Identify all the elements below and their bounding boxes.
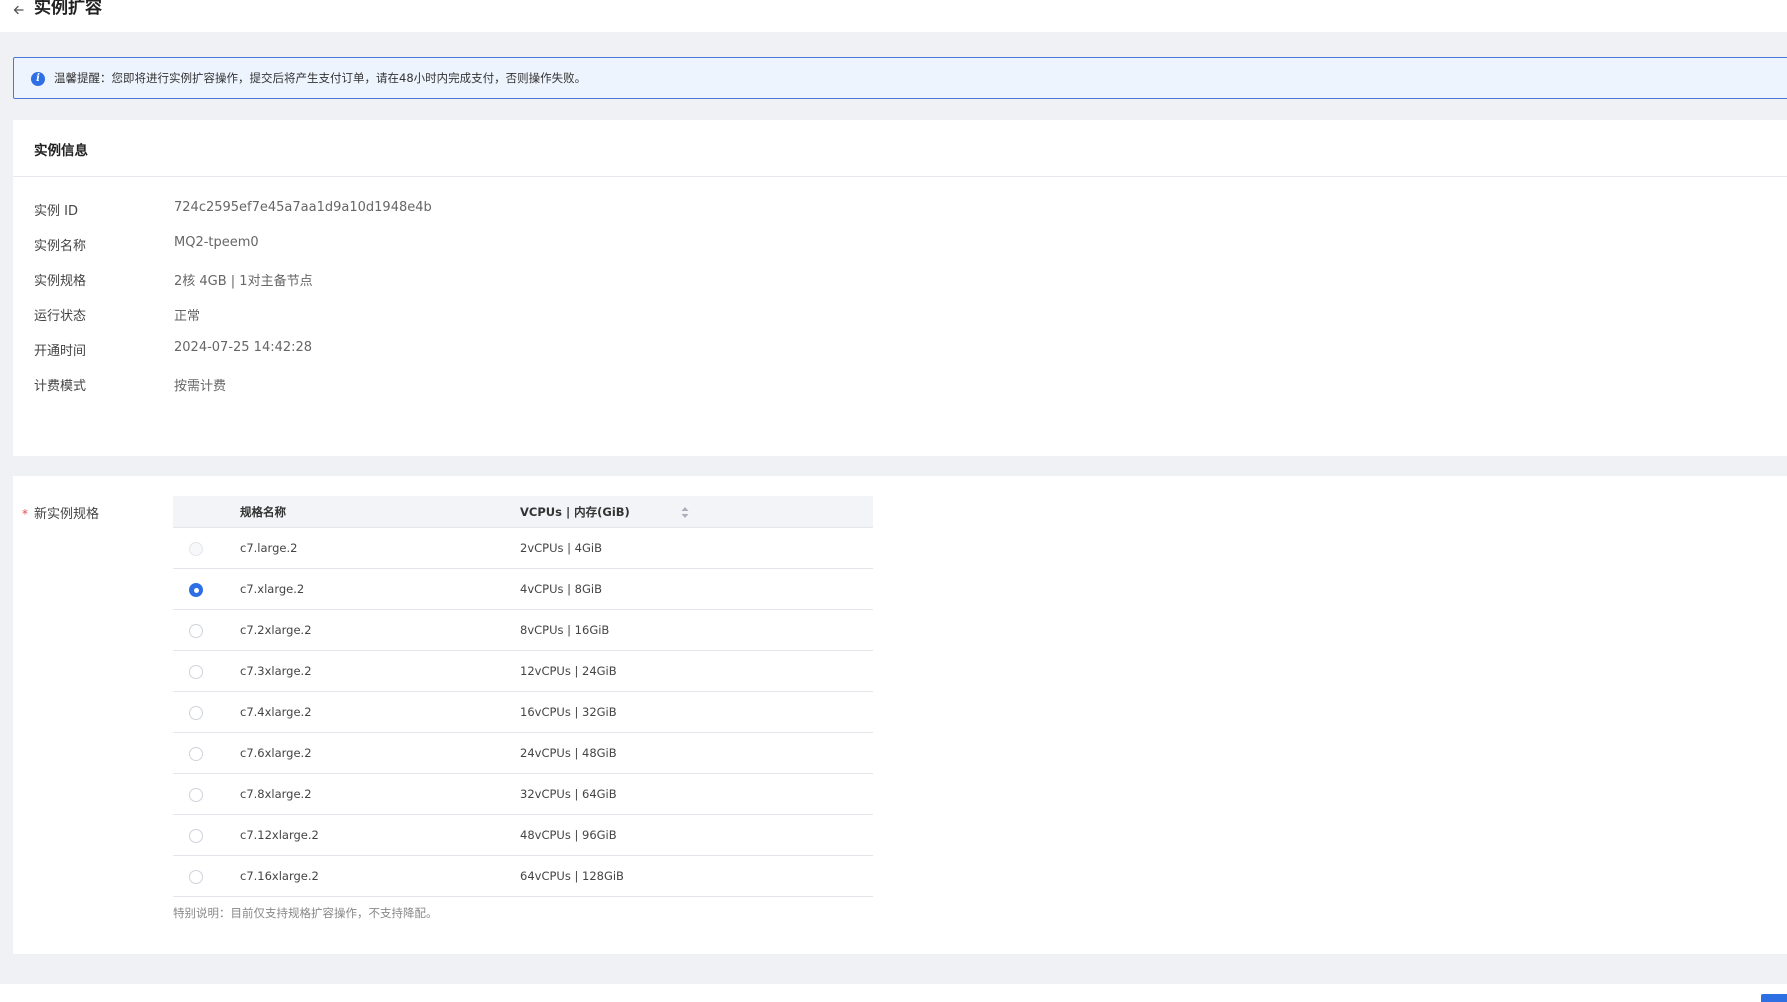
spec-resources-cell: 4vCPUs | 8GiB bbox=[520, 582, 602, 596]
column-header-resources[interactable]: VCPUs | 内存(GiB) bbox=[520, 504, 630, 520]
spec-table-row[interactable]: c7.xlarge.2 4vCPUs | 8GiB bbox=[173, 569, 873, 610]
new-spec-label: * 新实例规格 bbox=[22, 503, 99, 522]
info-value: 正常 bbox=[174, 309, 201, 324]
sort-icon[interactable] bbox=[680, 506, 690, 519]
new-spec-label-text: 新实例规格 bbox=[34, 507, 100, 522]
spec-name-cell: c7.12xlarge.2 bbox=[240, 828, 319, 842]
spec-name-cell: c7.6xlarge.2 bbox=[240, 746, 312, 760]
info-value: 2024-07-25 14:42:28 bbox=[174, 340, 313, 355]
spec-resources-cell: 12vCPUs | 24GiB bbox=[520, 664, 617, 678]
info-value: 724c2595ef7e45a7aa1d9a10d1948e4b bbox=[174, 200, 432, 215]
submit-button[interactable] bbox=[1761, 994, 1787, 1002]
arrow-left-icon[interactable] bbox=[12, 1, 26, 19]
spec-radio[interactable] bbox=[189, 583, 203, 597]
spec-table-row[interactable]: c7.12xlarge.2 48vCPUs | 96GiB bbox=[173, 815, 873, 856]
info-icon: i bbox=[31, 72, 45, 86]
info-label: 实例 ID bbox=[34, 204, 78, 219]
spec-table-row[interactable]: c7.3xlarge.2 12vCPUs | 24GiB bbox=[173, 651, 873, 692]
info-value: 2核 4GB | 1对主备节点 bbox=[174, 274, 313, 289]
spec-name-cell: c7.3xlarge.2 bbox=[240, 664, 312, 678]
spec-resources-cell: 24vCPUs | 48GiB bbox=[520, 746, 617, 760]
footer-bar bbox=[0, 984, 1787, 1002]
card-divider bbox=[13, 176, 1787, 177]
spec-resources-cell: 48vCPUs | 96GiB bbox=[520, 828, 617, 842]
spec-radio[interactable] bbox=[189, 870, 203, 884]
spec-table-row[interactable]: c7.large.2 2vCPUs | 4GiB bbox=[173, 528, 873, 569]
info-label: 实例规格 bbox=[34, 274, 87, 289]
info-label: 运行状态 bbox=[34, 309, 87, 324]
warning-alert: i 温馨提醒：您即将进行实例扩容操作，提交后将产生支付订单，请在48小时内完成支… bbox=[13, 57, 1787, 99]
spec-table-row[interactable]: c7.6xlarge.2 24vCPUs | 48GiB bbox=[173, 733, 873, 774]
spec-radio[interactable] bbox=[189, 624, 203, 638]
spec-resources-cell: 2vCPUs | 4GiB bbox=[520, 541, 602, 555]
spec-radio[interactable] bbox=[189, 706, 203, 720]
spec-table: 规格名称 VCPUs | 内存(GiB) c7.large.2 2vCPUs | … bbox=[173, 496, 873, 897]
info-label: 开通时间 bbox=[34, 344, 87, 359]
spec-resources-cell: 64vCPUs | 128GiB bbox=[520, 869, 624, 883]
alert-text: 温馨提醒：您即将进行实例扩容操作，提交后将产生支付订单，请在48小时内完成支付，… bbox=[54, 71, 587, 85]
spec-resources-cell: 16vCPUs | 32GiB bbox=[520, 705, 617, 719]
spec-radio[interactable] bbox=[189, 829, 203, 843]
instance-info-card: 实例信息 实例 ID 724c2595ef7e45a7aa1d9a10d1948e… bbox=[13, 120, 1787, 456]
spec-radio[interactable] bbox=[189, 747, 203, 761]
table-header: 规格名称 VCPUs | 内存(GiB) bbox=[173, 496, 873, 528]
spec-table-row[interactable]: c7.8xlarge.2 32vCPUs | 64GiB bbox=[173, 774, 873, 815]
info-value: 按需计费 bbox=[174, 379, 227, 394]
spec-name-cell: c7.large.2 bbox=[240, 541, 298, 555]
spec-radio bbox=[189, 542, 203, 556]
spec-name-cell: c7.8xlarge.2 bbox=[240, 787, 312, 801]
info-label: 计费模式 bbox=[34, 379, 87, 394]
spec-name-cell: c7.16xlarge.2 bbox=[240, 869, 319, 883]
spec-name-cell: c7.4xlarge.2 bbox=[240, 705, 312, 719]
spec-table-row[interactable]: c7.16xlarge.2 64vCPUs | 128GiB bbox=[173, 856, 873, 897]
page-header: 实例扩容 bbox=[0, 0, 1787, 32]
spec-resources-cell: 8vCPUs | 16GiB bbox=[520, 623, 610, 637]
spec-name-cell: c7.2xlarge.2 bbox=[240, 623, 312, 637]
spec-table-row[interactable]: c7.2xlarge.2 8vCPUs | 16GiB bbox=[173, 610, 873, 651]
required-mark: * bbox=[22, 507, 28, 521]
spec-note: 特别说明：目前仅支持规格扩容操作，不支持降配。 bbox=[173, 906, 438, 920]
spec-radio[interactable] bbox=[189, 788, 203, 802]
page-title: 实例扩容 bbox=[34, 0, 102, 18]
spec-resources-cell: 32vCPUs | 64GiB bbox=[520, 787, 617, 801]
info-value: MQ2-tpeem0 bbox=[174, 235, 259, 250]
info-label: 实例名称 bbox=[34, 239, 87, 254]
spec-table-row[interactable]: c7.4xlarge.2 16vCPUs | 32GiB bbox=[173, 692, 873, 733]
new-spec-card: * 新实例规格 规格名称 VCPUs | 内存(GiB) c7.large.2 2v… bbox=[13, 476, 1787, 954]
spec-name-cell: c7.xlarge.2 bbox=[240, 582, 305, 596]
instance-info-title: 实例信息 bbox=[34, 143, 88, 159]
column-header-spec-name: 规格名称 bbox=[240, 505, 286, 519]
spec-radio[interactable] bbox=[189, 665, 203, 679]
